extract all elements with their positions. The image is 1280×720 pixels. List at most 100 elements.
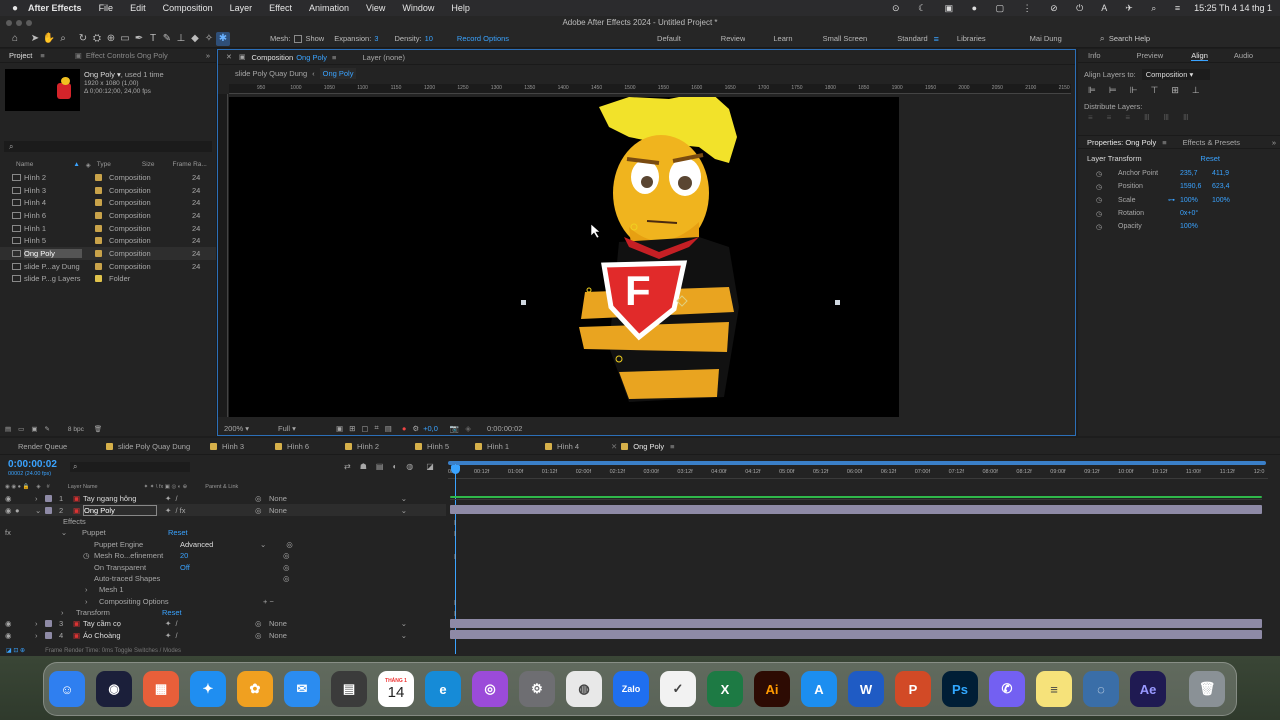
timeline-tab[interactable]: Hình 5: [405, 442, 465, 451]
dock-app-zalo-icon[interactable]: Zalo: [613, 671, 649, 707]
distribute-6-icon[interactable]: Ⅲ: [1183, 113, 1189, 122]
layer-label-swatch[interactable]: [45, 495, 52, 503]
dock-app-safari-icon[interactable]: ✦: [190, 671, 226, 707]
layer-label-swatch[interactable]: [45, 631, 52, 639]
label-swatch[interactable]: [95, 262, 102, 270]
dock-app-trash-icon[interactable]: 🗑: [1189, 671, 1225, 707]
dock-app-mail-icon[interactable]: ✉: [284, 671, 320, 707]
menu-composition[interactable]: Composition: [163, 3, 213, 13]
exposure-icon[interactable]: ⚙: [412, 424, 419, 433]
project-search-field[interactable]: ⌕: [4, 141, 212, 152]
search-help-icon[interactable]: ⌕: [1100, 33, 1105, 44]
dock-app-edge-icon[interactable]: e: [425, 671, 461, 707]
menu-layer[interactable]: Layer: [230, 3, 253, 13]
label-swatch[interactable]: [95, 199, 102, 207]
property-value[interactable]: Reset: [168, 528, 248, 537]
property-value[interactable]: Advanced: [180, 540, 260, 549]
dock-app-appstore-icon[interactable]: A: [801, 671, 837, 707]
label-swatch[interactable]: [95, 173, 102, 181]
project-item[interactable]: Hình 6 Composition 24: [0, 209, 216, 222]
parent-pickwhip-icon[interactable]: ◎: [255, 631, 269, 640]
properties-menu-icon[interactable]: ≡: [1162, 138, 1166, 147]
tab-menu-icon[interactable]: ≡: [670, 442, 674, 451]
expand-twirl-icon[interactable]: ›: [35, 494, 45, 503]
record-options-link[interactable]: Record Options: [457, 34, 509, 43]
apple-icon[interactable]: ●: [12, 3, 18, 14]
rectangle-tool-icon[interactable]: ▭: [118, 32, 132, 46]
zoom-dropdown[interactable]: 200% ▾: [224, 424, 264, 433]
mask-visibility-icon[interactable]: ▢: [361, 424, 368, 433]
viewer-close-icon[interactable]: ✕: [226, 53, 232, 61]
layer-switches[interactable]: ✦ /: [165, 494, 255, 503]
stopwatch-icon[interactable]: ◷: [1096, 170, 1106, 178]
brush-tool-icon[interactable]: ✎: [160, 32, 174, 46]
timeline-tab[interactable]: Hình 1: [465, 442, 535, 451]
parent-dropdown[interactable]: None ⌄: [269, 619, 413, 628]
pan-behind-tool-icon[interactable]: ⊕: [104, 32, 118, 46]
layer-name[interactable]: Ong Poly: [83, 504, 157, 516]
align-to-dropdown[interactable]: Composition ▾: [1141, 69, 1210, 80]
parent-dropdown[interactable]: None ⌄: [269, 506, 413, 515]
menu-effect[interactable]: Effect: [269, 3, 292, 13]
resolution-dropdown[interactable]: Full ▾: [278, 424, 328, 433]
dock-app-word-icon[interactable]: W: [848, 671, 884, 707]
align-top-icon[interactable]: ⊤: [1151, 85, 1159, 96]
col-layer-name[interactable]: Layer Name: [68, 484, 98, 490]
timeline-property-row[interactable]: Puppet Engine Advanced ⌄ ◎: [0, 539, 446, 550]
zoom-tool-icon[interactable]: ⌕: [56, 32, 70, 46]
footer-status[interactable]: Frame Render Time: 0ms Toggle Switches /…: [45, 648, 181, 654]
project-settings-icon[interactable]: ✎: [44, 425, 49, 433]
label-swatch[interactable]: [95, 249, 102, 257]
distribute-3-icon[interactable]: ≡: [1125, 113, 1130, 122]
layer-switches[interactable]: ✦ /: [165, 619, 255, 628]
stopwatch-icon[interactable]: ◷: [1096, 223, 1106, 231]
camera-tool-icon[interactable]: ⛭: [90, 32, 104, 46]
parent-dropdown[interactable]: None ⌄: [269, 631, 413, 640]
footer-icons[interactable]: ◪ ⊡ ⊕: [6, 647, 25, 654]
tab-align[interactable]: Align: [1191, 51, 1208, 61]
timeline-tab[interactable]: Hình 2: [335, 442, 405, 451]
property-value[interactable]: 20: [180, 551, 260, 560]
col-parent[interactable]: Parent & Link: [205, 484, 238, 490]
tab-properties[interactable]: Properties: Ong Poly: [1087, 138, 1156, 147]
menu-window[interactable]: Window: [402, 3, 434, 13]
show-snapshot-icon[interactable]: ◈: [465, 424, 471, 433]
project-item[interactable]: Ong Poly Composition 24: [0, 247, 216, 260]
stopwatch-icon[interactable]: ◷: [1096, 183, 1106, 191]
layer-name[interactable]: Áo Choàng: [83, 631, 157, 640]
col-frame-rate[interactable]: Frame Ra...: [173, 161, 207, 168]
timeline-tab[interactable]: slide Poly Quay Dung: [100, 442, 200, 451]
dock-app-viber-icon[interactable]: ✆: [989, 671, 1025, 707]
guides-icon[interactable]: ⌗: [374, 423, 378, 433]
link-icon[interactable]: ⊶: [1168, 196, 1180, 204]
project-item[interactable]: Hình 2 Composition 24: [0, 171, 216, 184]
eye-icon[interactable]: ◉: [5, 494, 15, 503]
menubar-clock[interactable]: 15:25 Th 4 14 thg 1: [1194, 3, 1272, 13]
menu-view[interactable]: View: [366, 3, 385, 13]
link-icon[interactable]: ◎: [283, 563, 290, 572]
window-traffic-lights[interactable]: [6, 20, 32, 26]
exposure-value[interactable]: +0,0: [423, 424, 438, 433]
workspace-default[interactable]: Default: [657, 34, 681, 43]
menu-edit[interactable]: Edit: [130, 3, 146, 13]
col-size[interactable]: Size: [142, 161, 155, 168]
timeline-property-row[interactable]: On Transparent Off ◎: [0, 561, 446, 572]
timeline-property-row[interactable]: › Transform Reset: [0, 607, 446, 618]
project-item[interactable]: slide P...g Layers Folder: [0, 273, 216, 286]
layer-3-bar[interactable]: [450, 619, 1262, 628]
distribute-2-icon[interactable]: ≡: [1107, 113, 1112, 122]
align-vcenter-icon[interactable]: ⊞: [1171, 85, 1179, 96]
panel-menu-icon[interactable]: ≡: [40, 51, 44, 60]
dock-app-aftereffects-icon[interactable]: Ae: [1130, 671, 1166, 707]
app-name-menu[interactable]: After Effects: [28, 3, 82, 13]
transparency-grid-icon[interactable]: ⊞: [349, 424, 355, 433]
current-time[interactable]: 0:00:00:02: [8, 459, 57, 470]
time-ruler[interactable]: 0f 00:12f 01:00f 01:12f 02:00f 02:12f 03:00f 03…: [448, 465, 1268, 479]
rotate-tool-icon[interactable]: ↻: [76, 32, 90, 46]
distribute-5-icon[interactable]: Ⅲ: [1164, 113, 1170, 122]
show-checkbox[interactable]: [294, 34, 303, 43]
dock-app-settings-icon[interactable]: ⚙: [519, 671, 555, 707]
label-swatch[interactable]: [95, 275, 102, 283]
3d-view-icon[interactable]: ▤: [385, 424, 392, 433]
clone-stamp-tool-icon[interactable]: ⊥: [174, 32, 188, 46]
